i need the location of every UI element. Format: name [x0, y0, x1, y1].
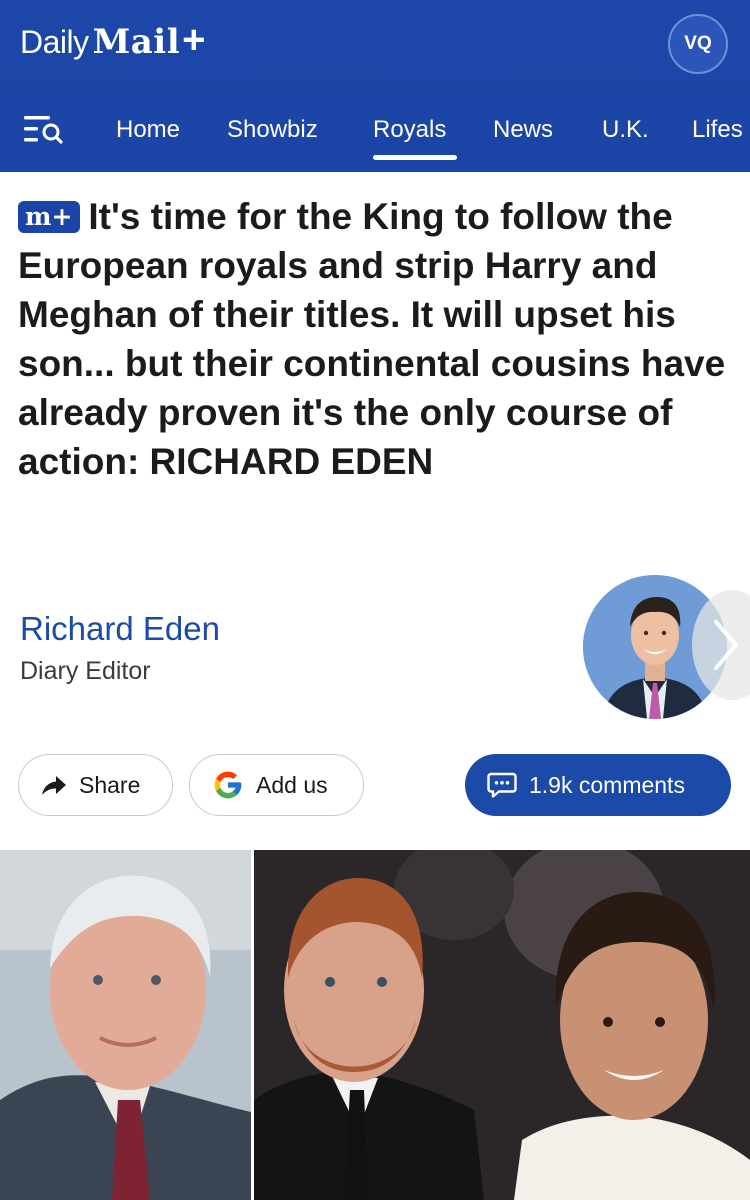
account-avatar-button[interactable]: VQ	[668, 14, 728, 74]
logo-plus: +	[182, 18, 206, 62]
top-bar: Daily Mail + VQ Home Showbiz Royals News…	[0, 0, 750, 172]
comments-label: 1.9k comments	[529, 771, 685, 798]
share-arrow-icon	[42, 776, 66, 795]
author-role: Diary Editor	[20, 657, 151, 685]
add-us-button[interactable]: Add us	[189, 754, 364, 816]
next-author-button[interactable]	[692, 590, 750, 700]
site-logo[interactable]: Daily Mail +	[20, 20, 205, 62]
nav-item-showbiz[interactable]: Showbiz	[227, 116, 318, 144]
nav-item-home[interactable]: Home	[116, 116, 180, 144]
mail-plus-badge: m+	[18, 201, 81, 233]
article-headline: m+ It's time for the King to follow the E…	[18, 192, 734, 486]
logo-mail: Mail	[92, 22, 181, 62]
active-tab-indicator	[373, 155, 457, 160]
nav-item-uk[interactable]: U.K.	[602, 116, 649, 144]
share-button[interactable]: Share	[18, 754, 173, 816]
logo-daily: Daily	[20, 24, 89, 60]
author-name[interactable]: Richard Eden	[20, 610, 220, 648]
share-label: Share	[79, 771, 141, 798]
comment-bubble-icon	[487, 772, 517, 798]
nav-item-news[interactable]: News	[493, 116, 553, 144]
article-photo-harry-meghan[interactable]	[254, 850, 750, 1200]
comments-button[interactable]: 1.9k comments	[465, 754, 731, 816]
add-us-label: Add us	[256, 771, 328, 798]
king-photo-image	[0, 850, 251, 1200]
harry-meghan-photo-image	[254, 850, 750, 1200]
article-photo-king[interactable]	[0, 850, 251, 1200]
nav-item-lifestyle[interactable]: Lifes	[692, 116, 743, 144]
nav-item-royals[interactable]: Royals	[373, 116, 446, 144]
avatar-initials: VQ	[684, 33, 712, 54]
headline-text: It's time for the King to follow the Eur…	[18, 196, 726, 482]
chevron-right-icon	[714, 620, 738, 670]
google-icon	[214, 771, 242, 799]
